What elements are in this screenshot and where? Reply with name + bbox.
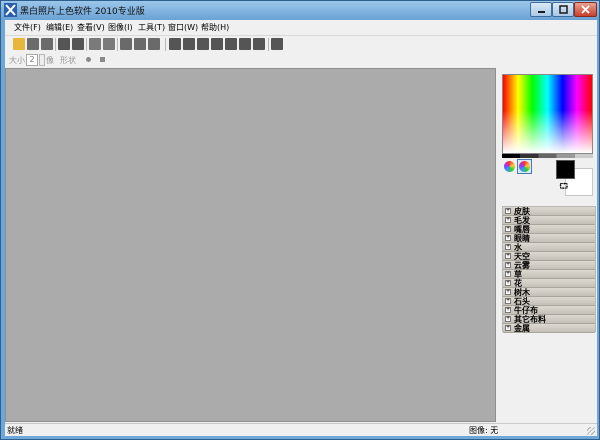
menu-window[interactable]: 窗口(W) bbox=[168, 22, 198, 33]
minimize-icon bbox=[537, 11, 545, 13]
color-picker[interactable] bbox=[502, 74, 593, 154]
grayscale-strip[interactable] bbox=[502, 154, 593, 158]
color-side-panel: ⮔ + 皮肤 + 毛发 + 嘴唇 + 眼睛 + 水 + 天空 + 云雾 + 草 + 花 + 树木 + 石头 + 牛仔布 + 其它布… bbox=[499, 68, 597, 422]
swap-colors-icon[interactable]: ⮔ bbox=[559, 181, 568, 195]
round-brush-shape-button[interactable] bbox=[86, 57, 91, 62]
eyedropper-icon[interactable] bbox=[211, 38, 223, 50]
hand-icon[interactable] bbox=[253, 38, 265, 50]
expand-plus-icon[interactable]: + bbox=[505, 307, 511, 313]
menu-edit[interactable]: 编辑(E) bbox=[46, 22, 73, 33]
foreground-color-swatch[interactable] bbox=[556, 160, 575, 179]
zoom-icon[interactable] bbox=[239, 38, 251, 50]
category-item[interactable]: + 金属 bbox=[503, 324, 595, 333]
paste-icon[interactable] bbox=[103, 38, 115, 50]
open-icon[interactable] bbox=[13, 38, 25, 50]
undo-icon[interactable] bbox=[58, 38, 70, 50]
copy-icon[interactable] bbox=[89, 38, 101, 50]
size-unit-label: 像 bbox=[46, 56, 54, 65]
image-status-text: 图像: 无 bbox=[469, 426, 499, 435]
resize-grip[interactable] bbox=[587, 427, 595, 435]
menu-bar: 文件(F) 编辑(E) 查看(V) 图像(I) 工具(T) 窗口(W) 帮助(H… bbox=[5, 20, 597, 36]
menu-help[interactable]: 帮助(H) bbox=[201, 22, 229, 33]
toolbar-separator bbox=[86, 38, 87, 51]
brush-options-bar: 大小 2 像 形状 bbox=[5, 53, 115, 69]
image-canvas[interactable] bbox=[5, 68, 496, 422]
pencil-icon[interactable] bbox=[169, 38, 181, 50]
menu-tools[interactable]: 工具(T) bbox=[138, 22, 165, 33]
expand-plus-icon[interactable]: + bbox=[505, 280, 511, 286]
category-label: 金属 bbox=[514, 324, 530, 333]
color-palette-toggle-button[interactable] bbox=[517, 159, 532, 174]
maximize-button[interactable] bbox=[552, 2, 574, 17]
brush-size-spinner[interactable] bbox=[39, 54, 45, 66]
expand-plus-icon[interactable]: + bbox=[505, 208, 511, 214]
title-bar[interactable]: 黑白照片上色软件 2010专业版 bbox=[1, 1, 599, 20]
maximize-icon bbox=[558, 5, 568, 14]
material-category-list: + 皮肤 + 毛发 + 嘴唇 + 眼睛 + 水 + 天空 + 云雾 + 草 + 花 + 树木 + 石头 + 牛仔布 + 其它布料 +… bbox=[502, 206, 596, 333]
menu-file[interactable]: 文件(F) bbox=[14, 22, 41, 33]
toolbar-separator bbox=[55, 38, 56, 51]
toolbar-separator bbox=[268, 38, 269, 51]
main-toolbar bbox=[5, 37, 597, 53]
color-wheel-icon[interactable] bbox=[504, 161, 515, 172]
app-logo-icon bbox=[4, 3, 17, 17]
expand-plus-icon[interactable]: + bbox=[505, 235, 511, 241]
color-spectrum[interactable] bbox=[503, 75, 592, 153]
image-icon[interactable] bbox=[134, 38, 146, 50]
eraser-icon[interactable] bbox=[197, 38, 209, 50]
toolbar-separator bbox=[117, 38, 118, 51]
layer-icon[interactable] bbox=[120, 38, 132, 50]
brush-icon[interactable] bbox=[183, 38, 195, 50]
expand-plus-icon[interactable]: + bbox=[505, 253, 511, 259]
expand-plus-icon[interactable]: + bbox=[505, 217, 511, 223]
expand-plus-icon[interactable]: + bbox=[505, 325, 511, 331]
toolbar-separator bbox=[165, 38, 166, 51]
fill-icon[interactable] bbox=[271, 38, 283, 50]
color-wheel-selected-icon bbox=[519, 161, 530, 172]
client-area: 文件(F) 编辑(E) 查看(V) 图像(I) 工具(T) 窗口(W) 帮助(H… bbox=[5, 20, 597, 436]
expand-plus-icon[interactable]: + bbox=[505, 298, 511, 304]
square-brush-shape-button[interactable] bbox=[100, 57, 105, 62]
close-button[interactable] bbox=[574, 2, 597, 17]
expand-plus-icon[interactable]: + bbox=[505, 262, 511, 268]
redo-icon[interactable] bbox=[72, 38, 84, 50]
minimize-button[interactable] bbox=[530, 2, 552, 17]
expand-plus-icon[interactable]: + bbox=[505, 316, 511, 322]
adjust-icon[interactable] bbox=[148, 38, 160, 50]
expand-plus-icon[interactable]: + bbox=[505, 271, 511, 277]
status-bar: 就绪 图像: 无 bbox=[5, 423, 597, 436]
shape-label: 形状 bbox=[60, 56, 76, 65]
expand-plus-icon[interactable]: + bbox=[505, 244, 511, 250]
window-title: 黑白照片上色软件 2010专业版 bbox=[20, 7, 145, 17]
brush-size-input[interactable]: 2 bbox=[26, 54, 38, 66]
expand-plus-icon[interactable]: + bbox=[505, 289, 511, 295]
print-icon[interactable] bbox=[41, 38, 53, 50]
status-text: 就绪 bbox=[7, 426, 23, 435]
rectangle-icon[interactable] bbox=[225, 38, 237, 50]
size-label: 大小 bbox=[9, 56, 25, 65]
close-icon bbox=[581, 5, 590, 14]
menu-view[interactable]: 查看(V) bbox=[77, 22, 105, 33]
save-icon[interactable] bbox=[27, 38, 39, 50]
app-window: 黑白照片上色软件 2010专业版 文件(F) 编辑(E) 查看(V) 图像(I)… bbox=[0, 0, 600, 440]
expand-plus-icon[interactable]: + bbox=[505, 226, 511, 232]
menu-image[interactable]: 图像(I) bbox=[108, 22, 133, 33]
